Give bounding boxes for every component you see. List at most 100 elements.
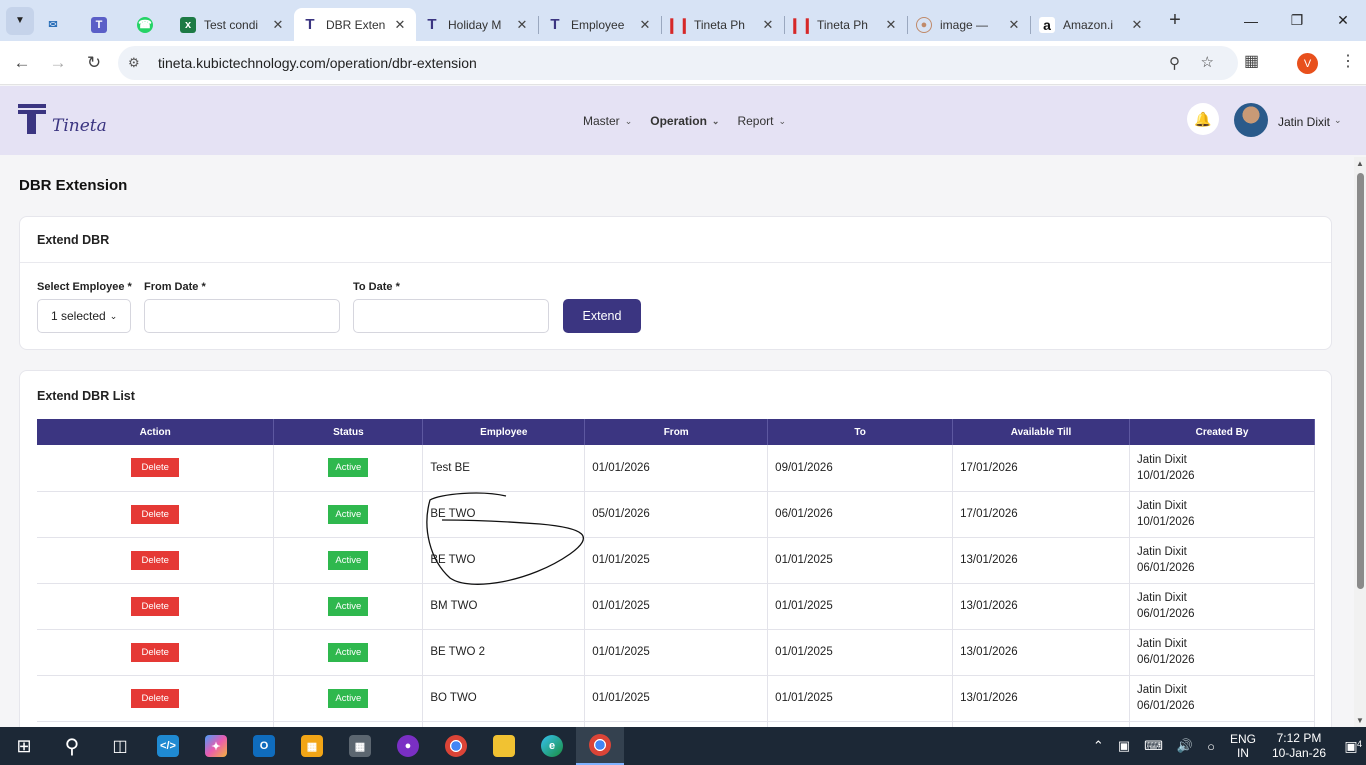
- new-tab-button[interactable]: +: [1161, 9, 1189, 32]
- chevron-down-icon: ⌄: [778, 115, 787, 126]
- close-icon[interactable]: ✕: [1129, 17, 1145, 33]
- close-icon[interactable]: ✕: [514, 17, 530, 33]
- system-clock[interactable]: 7:12 PM 10-Jan-26: [1272, 731, 1326, 761]
- available-till-cell: 13/01/2026: [952, 629, 1131, 676]
- status-cell: Active: [273, 445, 424, 492]
- column-header-from[interactable]: From: [584, 419, 769, 445]
- nav-master[interactable]: Master ⌄: [583, 114, 632, 128]
- browser-menu-icon[interactable]: ⋮: [1340, 51, 1356, 71]
- browser-tab-amazon[interactable]: a Amazon.i ✕: [1031, 8, 1153, 41]
- column-header-action[interactable]: Action: [37, 419, 275, 445]
- close-icon[interactable]: ✕: [637, 17, 653, 33]
- taskbar-edge[interactable]: e: [528, 727, 576, 765]
- calculator-icon: ▦: [349, 735, 371, 757]
- delete-button[interactable]: Delete: [131, 550, 180, 570]
- page-scrollbar[interactable]: ▲ ▼: [1354, 157, 1366, 727]
- search-button[interactable]: ⚲: [48, 727, 96, 765]
- close-icon[interactable]: ✕: [270, 17, 286, 33]
- user-name[interactable]: Jatin Dixit: [1278, 115, 1330, 129]
- close-window-button[interactable]: ✕: [1320, 0, 1366, 41]
- close-icon[interactable]: ✕: [392, 17, 408, 33]
- site-info-icon[interactable]: ⚙: [128, 55, 150, 71]
- tab-search-button[interactable]: ▼: [6, 6, 34, 35]
- restore-button[interactable]: ❐: [1274, 0, 1320, 41]
- back-button[interactable]: ←: [4, 45, 40, 81]
- table-row: Delete Active BO TWO 01/01/2025 01/01/20…: [37, 675, 1315, 722]
- browser-tab-excel[interactable]: x Test condi ✕: [172, 8, 294, 41]
- windows-taskbar: ⊞ ⚲ ◫ </> ✦ O ▦ ▦ ● e ⌃ ▣ ⌨ 🔊 ○ ENG IN 7…: [0, 727, 1366, 765]
- meet-now-icon[interactable]: ▣: [1118, 738, 1130, 754]
- task-view-button[interactable]: ◫: [96, 727, 144, 765]
- scrollbar-thumb[interactable]: [1357, 173, 1364, 589]
- tab-title: DBR Exten: [326, 17, 386, 32]
- to-date-input[interactable]: [353, 299, 549, 333]
- wifi-icon[interactable]: ○: [1207, 739, 1215, 754]
- taskbar-vscode[interactable]: </>: [144, 727, 192, 765]
- close-icon[interactable]: ✕: [1006, 17, 1022, 33]
- created-by-name: Jatin Dixit: [1137, 684, 1187, 696]
- column-header-created-by[interactable]: Created By: [1129, 419, 1315, 445]
- close-icon[interactable]: ✕: [760, 17, 776, 33]
- extend-button[interactable]: Extend: [563, 299, 641, 333]
- tineta-icon: T: [550, 16, 560, 33]
- browser-tab-teams[interactable]: T: [80, 8, 126, 41]
- reload-button[interactable]: ↻: [76, 45, 112, 81]
- taskbar-outlook[interactable]: O: [240, 727, 288, 765]
- notification-bell-button[interactable]: 🔔: [1187, 103, 1219, 135]
- browser-tab-image[interactable]: ● image — ✕: [908, 8, 1030, 41]
- browser-tab-whatsapp[interactable]: ☎: [126, 8, 172, 41]
- delete-button[interactable]: Delete: [131, 504, 180, 524]
- column-header-to[interactable]: To: [767, 419, 954, 445]
- taskbar-app-purple[interactable]: ●: [384, 727, 432, 765]
- column-header-available-till[interactable]: Available Till: [952, 419, 1131, 445]
- column-header-status[interactable]: Status: [273, 419, 424, 445]
- windows-icon: ⊞: [16, 735, 32, 756]
- browser-tab-tineta-ph-2[interactable]: ❙❙ Tineta Ph ✕: [785, 8, 907, 41]
- created-by-cell: Jatin Dixit 06/01/2026: [1129, 675, 1315, 722]
- nav-operation[interactable]: Operation ⌄: [650, 114, 719, 128]
- extensions-icon[interactable]: ▦: [1244, 51, 1259, 71]
- from-cell: 05/01/2026: [584, 491, 769, 538]
- nav-report[interactable]: Report ⌄: [737, 114, 786, 128]
- profile-avatar[interactable]: V: [1297, 53, 1318, 74]
- browser-tab-mail[interactable]: ✉: [34, 8, 80, 41]
- language-indicator[interactable]: ENG IN: [1230, 732, 1256, 760]
- browser-tab-holiday[interactable]: T Holiday M ✕: [416, 8, 538, 41]
- taskbar-file-explorer[interactable]: [480, 727, 528, 765]
- notification-center-button[interactable]: ▣ 4: [1336, 738, 1366, 755]
- copilot-icon: ✦: [205, 735, 227, 757]
- minimize-button[interactable]: —: [1228, 0, 1274, 41]
- browser-tab-employee[interactable]: T Employee ✕: [539, 8, 661, 41]
- delete-button[interactable]: Delete: [131, 596, 180, 616]
- taskbar-store[interactable]: ▦: [288, 727, 336, 765]
- status-badge: Active: [328, 458, 369, 478]
- taskbar-chrome-active[interactable]: [576, 727, 624, 765]
- user-avatar[interactable]: [1234, 103, 1268, 137]
- volume-icon[interactable]: 🔊: [1177, 738, 1193, 754]
- forward-button[interactable]: →: [40, 45, 76, 81]
- app-logo[interactable]: Tineta: [18, 104, 108, 138]
- column-header-employee[interactable]: Employee: [422, 419, 586, 445]
- zoom-icon[interactable]: ⚲: [1169, 54, 1180, 72]
- ime-icon[interactable]: ⌨: [1144, 738, 1163, 754]
- browser-tab-tineta-ph-1[interactable]: ❙❙ Tineta Ph ✕: [662, 8, 784, 41]
- taskbar-copilot[interactable]: ✦: [192, 727, 240, 765]
- from-date-input[interactable]: [144, 299, 340, 333]
- address-bar[interactable]: ⚙ tineta.kubictechnology.com/operation/d…: [118, 46, 1238, 80]
- employee-select[interactable]: 1 selected ⌄: [37, 299, 131, 333]
- delete-button[interactable]: Delete: [131, 458, 180, 478]
- scroll-down-icon[interactable]: ▼: [1356, 716, 1364, 725]
- start-button[interactable]: ⊞: [0, 727, 48, 765]
- delete-button[interactable]: Delete: [131, 642, 180, 662]
- chevron-up-icon[interactable]: ⌃: [1093, 738, 1104, 754]
- taskbar-calculator[interactable]: ▦: [336, 727, 384, 765]
- chevron-down-icon[interactable]: ⌄: [1334, 115, 1342, 126]
- bookmark-star-icon[interactable]: ☆: [1201, 53, 1214, 71]
- browser-tab-dbr-extension[interactable]: T DBR Exten ✕: [294, 8, 416, 41]
- delete-button[interactable]: Delete: [131, 688, 180, 708]
- close-icon[interactable]: ✕: [883, 17, 899, 33]
- url-text[interactable]: tineta.kubictechnology.com/operation/dbr…: [158, 55, 477, 71]
- scroll-up-icon[interactable]: ▲: [1356, 159, 1364, 168]
- chrome-icon: [589, 734, 611, 756]
- taskbar-chrome[interactable]: [432, 727, 480, 765]
